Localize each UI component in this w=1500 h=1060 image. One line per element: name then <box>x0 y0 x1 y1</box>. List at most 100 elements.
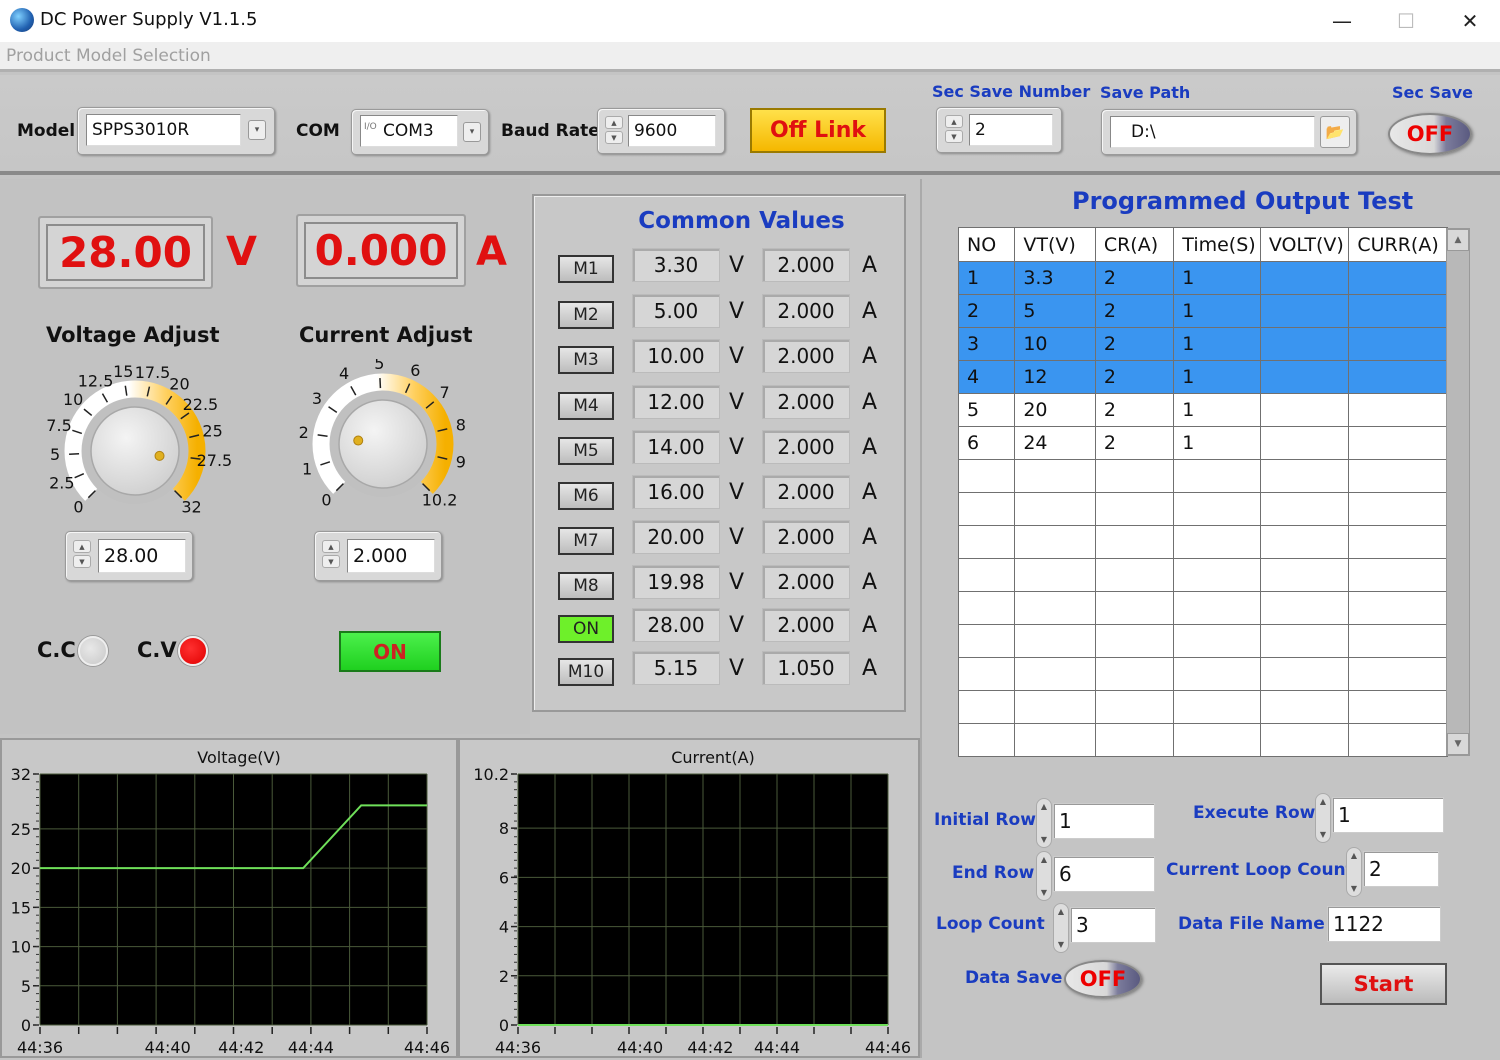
sec-save-spinner[interactable]: ▲▼ <box>945 115 963 143</box>
table-cell[interactable] <box>1349 460 1448 493</box>
memory-current[interactable]: 2.000 <box>762 520 850 554</box>
voltage-knob[interactable]: 02.557.51012.51517.52022.52527.532 <box>20 359 260 529</box>
table-row[interactable]: 2521 <box>959 295 1448 328</box>
table-cell[interactable] <box>959 592 1015 625</box>
spin-up-icon[interactable]: ▲ <box>1041 855 1047 864</box>
table-cell[interactable]: 1 <box>1174 295 1261 328</box>
sec-save-number-control[interactable]: ▲▼ 2 <box>936 107 1062 153</box>
table-cell[interactable] <box>1349 394 1448 427</box>
table-cell[interactable]: 2 <box>1095 262 1173 295</box>
menu-product-model-selection[interactable]: Product Model Selection <box>6 46 211 66</box>
table-cell[interactable] <box>1015 460 1095 493</box>
table-cell[interactable]: 1 <box>959 262 1015 295</box>
memory-current[interactable]: 2.000 <box>762 248 850 282</box>
current-spinner[interactable]: ▲▼ <box>322 540 340 568</box>
table-cell[interactable]: 10 <box>1015 328 1095 361</box>
table-cell[interactable] <box>1349 262 1448 295</box>
table-cell[interactable] <box>1260 361 1349 394</box>
table-cell[interactable] <box>959 625 1015 658</box>
table-row[interactable] <box>959 559 1448 592</box>
table-cell[interactable]: 1 <box>1174 361 1261 394</box>
table-cell[interactable] <box>959 493 1015 526</box>
memory-voltage[interactable]: 28.00 <box>632 608 720 642</box>
memory-button[interactable]: M3 <box>558 346 614 374</box>
table-cell[interactable] <box>1349 592 1448 625</box>
spin-down-icon[interactable]: ▼ <box>73 555 91 568</box>
baud-rate-input[interactable]: 9600 <box>628 115 716 147</box>
baud-spinner[interactable]: ▲▼ <box>605 116 623 144</box>
table-row[interactable] <box>959 460 1448 493</box>
memory-button[interactable]: M7 <box>558 527 614 555</box>
voltage-spinner[interactable]: ▲▼ <box>73 540 91 568</box>
table-cell[interactable] <box>1095 625 1173 658</box>
initial-row-spinner[interactable]: ▲▼ <box>1036 798 1052 848</box>
chevron-down-icon[interactable]: ▾ <box>463 122 481 142</box>
sec-save-toggle[interactable]: OFF <box>1388 113 1472 155</box>
table-cell[interactable] <box>1349 658 1448 691</box>
spin-up-icon[interactable]: ▲ <box>605 116 623 129</box>
voltage-set-input[interactable]: 28.00 <box>98 539 186 573</box>
table-cell[interactable] <box>959 559 1015 592</box>
voltage-set-control[interactable]: ▲▼ 28.00 <box>65 531 193 581</box>
table-cell[interactable] <box>1260 559 1349 592</box>
spin-down-icon[interactable]: ▼ <box>945 130 963 143</box>
table-cell[interactable] <box>1260 493 1349 526</box>
spin-down-icon[interactable]: ▼ <box>1320 830 1326 839</box>
start-button[interactable]: Start <box>1320 963 1447 1005</box>
memory-current[interactable]: 2.000 <box>762 385 850 419</box>
table-row[interactable] <box>959 724 1448 757</box>
table-cell[interactable] <box>1349 724 1448 757</box>
spin-up-icon[interactable]: ▲ <box>322 540 340 553</box>
memory-current[interactable]: 2.000 <box>762 430 850 464</box>
table-cell[interactable] <box>1260 394 1349 427</box>
table-cell[interactable]: 2 <box>1095 427 1173 460</box>
table-cell[interactable]: 1 <box>1174 262 1261 295</box>
table-cell[interactable] <box>1015 559 1095 592</box>
memory-voltage[interactable]: 5.15 <box>632 651 720 685</box>
knob-dial[interactable] <box>339 400 427 488</box>
table-cell[interactable] <box>1260 658 1349 691</box>
knob-dial[interactable] <box>91 407 179 495</box>
chevron-down-icon[interactable]: ▾ <box>248 120 266 140</box>
table-cell[interactable] <box>1349 559 1448 592</box>
scroll-up-icon[interactable]: ▲ <box>1447 229 1469 251</box>
program-table[interactable]: NOVT(V)CR(A)Time(S)VOLT(V)CURR(A) 13.321… <box>958 227 1448 757</box>
current-loop-input[interactable]: 2 <box>1363 851 1439 887</box>
table-cell[interactable]: 12 <box>1015 361 1095 394</box>
memory-button[interactable]: M5 <box>558 437 614 465</box>
table-row[interactable]: 13.321 <box>959 262 1448 295</box>
table-cell[interactable] <box>1174 493 1261 526</box>
data-file-name-input[interactable]: 1122 <box>1327 906 1441 942</box>
off-link-button[interactable]: Off Link <box>750 108 886 153</box>
table-cell[interactable] <box>1260 526 1349 559</box>
spin-up-icon[interactable]: ▲ <box>73 540 91 553</box>
end-row-input[interactable]: 6 <box>1053 856 1155 892</box>
table-cell[interactable] <box>1015 592 1095 625</box>
memory-button[interactable]: M6 <box>558 482 614 510</box>
table-cell[interactable] <box>1349 493 1448 526</box>
table-cell[interactable] <box>1349 691 1448 724</box>
memory-current[interactable]: 2.000 <box>762 608 850 642</box>
memory-current[interactable]: 2.000 <box>762 339 850 373</box>
memory-button[interactable]: M4 <box>558 392 614 420</box>
current-knob[interactable]: 012345678910.2 <box>275 359 495 529</box>
table-cell[interactable]: 5 <box>959 394 1015 427</box>
memory-button[interactable]: M1 <box>558 255 614 283</box>
table-row[interactable] <box>959 592 1448 625</box>
save-path-input[interactable]: D:\ <box>1110 116 1315 148</box>
table-cell[interactable]: 2 <box>1095 361 1173 394</box>
output-on-button[interactable]: ON <box>339 631 441 672</box>
memory-button[interactable]: M2 <box>558 301 614 329</box>
memory-current[interactable]: 2.000 <box>762 565 850 599</box>
table-cell[interactable] <box>1095 460 1173 493</box>
table-cell[interactable]: 3.3 <box>1015 262 1095 295</box>
table-cell[interactable]: 20 <box>1015 394 1095 427</box>
table-cell[interactable] <box>1095 658 1173 691</box>
baud-rate-control[interactable]: ▲▼ 9600 <box>597 108 725 154</box>
table-row[interactable] <box>959 625 1448 658</box>
memory-voltage[interactable]: 12.00 <box>632 385 720 419</box>
table-cell[interactable] <box>1015 526 1095 559</box>
table-cell[interactable] <box>1349 526 1448 559</box>
spin-up-icon[interactable]: ▲ <box>1058 907 1064 916</box>
table-cell[interactable] <box>959 658 1015 691</box>
